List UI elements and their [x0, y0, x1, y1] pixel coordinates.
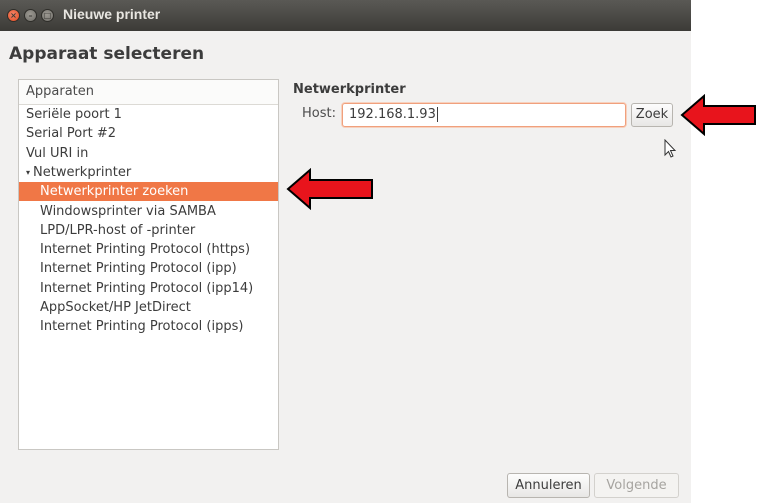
text-caret [436, 107, 438, 122]
device-item-label: AppSocket/HP JetDirect [40, 300, 191, 315]
expander-icon[interactable]: ▾ [26, 163, 33, 182]
device-item[interactable]: Netwerkprinter zoeken [19, 182, 278, 202]
device-item-label: Netwerkprinter zoeken [40, 184, 189, 200]
cancel-button[interactable]: Annuleren [507, 473, 590, 498]
device-item[interactable]: Internet Printing Protocol (https) [19, 240, 278, 259]
minimize-icon[interactable]: – [24, 9, 37, 22]
device-item[interactable]: LPD/LPR-host of -printer [19, 221, 278, 240]
device-item[interactable]: Internet Printing Protocol (ipp14) [19, 279, 278, 298]
search-button[interactable]: Zoek [631, 103, 673, 127]
section-title: Netwerkprinter [293, 82, 406, 97]
device-item-label: Vul URI in [26, 145, 89, 161]
window-title: Nieuwe printer [63, 6, 161, 22]
device-item-label: LPD/LPR-host of -printer [40, 222, 196, 238]
device-item[interactable]: Internet Printing Protocol (ipps) [19, 317, 278, 336]
red-arrow-annotation-list [286, 168, 373, 210]
close-icon[interactable]: × [7, 9, 20, 22]
device-item-label: Internet Printing Protocol (ipp) [40, 261, 237, 277]
host-input[interactable]: 192.168.1.93 [342, 103, 626, 127]
device-item-label: Internet Printing Protocol (ipps) [40, 319, 244, 335]
device-item-label: Internet Printing Protocol (ipp14) [40, 280, 254, 296]
device-item[interactable]: ▾ Netwerkprinter [19, 163, 278, 182]
device-item[interactable]: Serial Port #2 [19, 124, 278, 143]
device-item[interactable]: Vul URI in [19, 144, 278, 163]
mouse-pointer-icon [664, 139, 677, 158]
maximize-icon[interactable]: □ [41, 9, 54, 22]
device-item[interactable]: Windowsprinter via SAMBA [19, 202, 278, 221]
host-input-value: 192.168.1.93 [349, 107, 436, 122]
next-button[interactable]: Volgende [594, 473, 679, 498]
dialog-window: × – □ Nieuwe printer Apparaat selecteren… [0, 0, 691, 503]
device-item-label: Serial Port #2 [26, 126, 116, 142]
device-list[interactable]: Apparaten Seriële poort 1 Serial Port #2 V… [18, 79, 279, 450]
red-arrow-annotation-search [680, 94, 756, 136]
device-list-header[interactable]: Apparaten [19, 80, 278, 105]
device-item[interactable]: Internet Printing Protocol (ipp) [19, 259, 278, 278]
page-title: Apparaat selecteren [9, 44, 205, 64]
device-item[interactable]: AppSocket/HP JetDirect [19, 298, 278, 317]
host-label: Host: [302, 106, 336, 121]
device-item-label: Seriële poort 1 [26, 107, 122, 122]
device-item-label: Windowsprinter via SAMBA [40, 203, 216, 219]
device-item[interactable]: Seriële poort 1 [19, 105, 278, 124]
title-bar: × – □ Nieuwe printer [0, 0, 691, 31]
device-item-label: Netwerkprinter [33, 164, 132, 180]
device-item-label: Internet Printing Protocol (https) [40, 242, 251, 258]
